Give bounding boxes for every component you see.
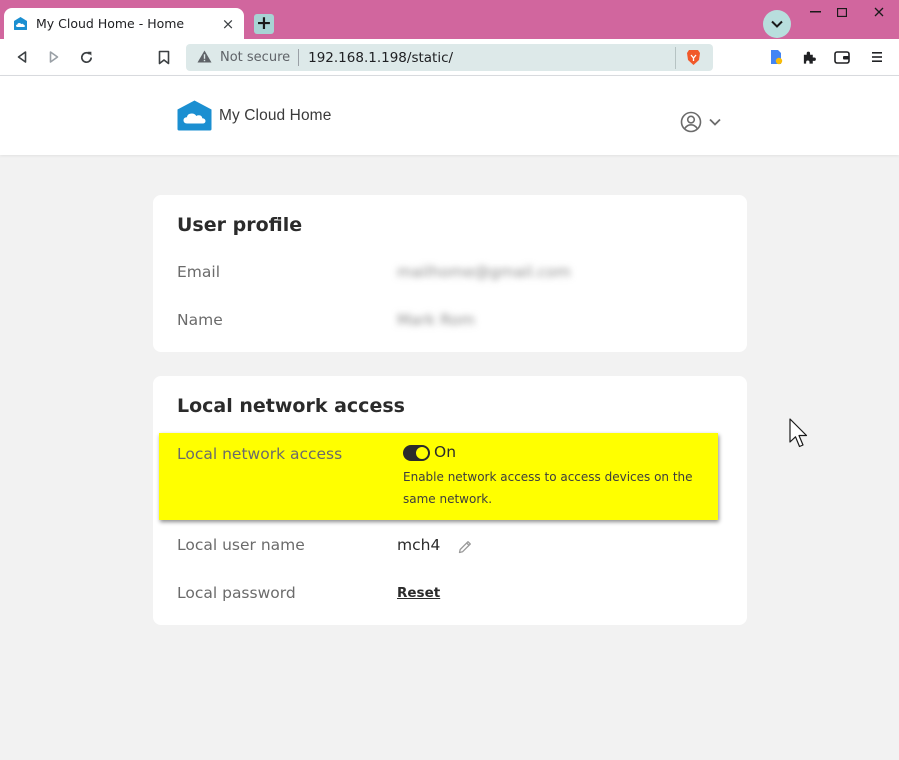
tab-search-chevron-icon[interactable] [763,10,791,38]
tab-close-icon[interactable]: × [220,16,236,32]
brand-name: My Cloud Home [219,106,332,124]
local-user-name-value: mch4 [397,536,441,554]
back-icon[interactable] [12,47,32,67]
cloud-home-logo-icon [177,100,212,131]
mouse-cursor-icon [789,418,809,453]
local-network-title: Local network access [177,395,405,417]
new-tab-button[interactable]: + [254,14,274,34]
brand-logo[interactable]: My Cloud Home [177,100,331,131]
maximize-icon[interactable] [827,3,857,21]
file-icon[interactable] [766,47,786,67]
email-value: mailhome@gmail.com [397,263,571,281]
local-network-access-row: Local network access On Enable network a… [159,433,718,520]
menu-icon[interactable] [867,47,887,67]
name-label: Name [177,311,223,329]
address-bar[interactable]: Not secure 192.168.1.198/static/ [186,44,713,71]
toggle-state-label: On [434,443,457,461]
user-profile-card: User profile Email mailhome@gmail.com Na… [153,195,747,352]
browser-tab[interactable]: My Cloud Home - Home × [4,8,244,39]
forward-icon[interactable] [44,47,64,67]
warning-icon[interactable] [197,48,212,67]
toggle-knob [415,446,429,460]
local-network-access-toggle[interactable] [403,445,430,461]
close-window-icon[interactable] [864,3,894,21]
bookmark-icon[interactable] [154,47,174,67]
pencil-edit-icon[interactable] [457,539,473,555]
reload-icon[interactable] [76,47,96,67]
reset-password-link[interactable]: Reset [397,585,440,601]
wallet-icon[interactable] [832,47,852,67]
user-avatar-icon [680,111,702,133]
minimize-icon[interactable] [800,3,830,21]
local-network-access-label: Local network access [177,445,343,463]
url-text[interactable]: 192.168.1.198/static/ [308,50,675,66]
cloud-favicon-icon [12,16,28,32]
account-menu-button[interactable] [680,111,721,133]
local-user-name-label: Local user name [177,536,305,554]
name-value: Mark Rom [397,311,475,329]
browser-toolbar: Not secure 192.168.1.198/static/ [0,39,899,76]
address-divider [298,49,300,66]
app-header: My Cloud Home [0,76,899,155]
local-password-label: Local password [177,584,296,602]
email-label: Email [177,263,221,281]
user-profile-title: User profile [177,214,303,236]
extensions-icon[interactable] [799,47,819,67]
tab-title: My Cloud Home - Home [36,16,185,31]
security-label[interactable]: Not secure [220,50,290,65]
brave-shield-icon[interactable] [675,46,705,69]
local-network-access-description: Enable network access to access devices … [403,470,693,506]
chevron-down-icon [709,118,721,126]
browser-tab-bar: My Cloud Home - Home × + [0,0,899,39]
